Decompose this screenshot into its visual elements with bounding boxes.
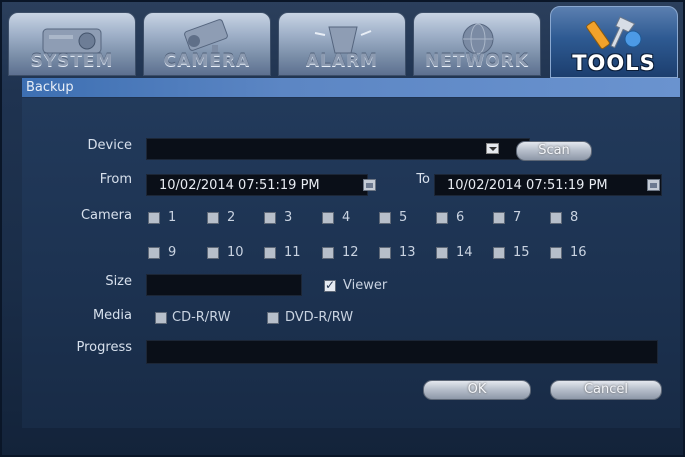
camera-8-checkbox[interactable] <box>550 212 562 224</box>
camera-5-checkbox[interactable] <box>379 212 391 224</box>
camera-16-checkbox[interactable] <box>550 247 562 259</box>
camera-10-checkbox[interactable] <box>207 247 219 259</box>
camera-label: Camera <box>80 208 132 223</box>
device-select[interactable] <box>146 138 530 160</box>
tab-label: NETWORK <box>425 51 529 71</box>
tab-camera[interactable]: CAMERA <box>143 12 271 76</box>
camera-4-label: 4 <box>342 210 351 225</box>
camera-11-checkbox[interactable] <box>264 247 276 259</box>
cd-rw-checkbox[interactable] <box>155 312 167 324</box>
backup-window: SYSTEM CAMERA ALARM NETWORK TOOLS Backup… <box>0 0 685 457</box>
cd-rw-label: CD-R/RW <box>172 310 231 325</box>
camera-14-checkbox[interactable] <box>436 247 448 259</box>
camera-15-checkbox[interactable] <box>493 247 505 259</box>
camera-2-checkbox[interactable] <box>207 212 219 224</box>
camera-13-checkbox[interactable] <box>379 247 391 259</box>
camera-15-label: 15 <box>513 245 530 260</box>
camera-3-label: 3 <box>284 210 293 225</box>
tab-system[interactable]: SYSTEM <box>8 12 136 76</box>
tab-label: ALARM <box>305 51 379 71</box>
camera-9-label: 9 <box>168 245 177 260</box>
camera-1-checkbox[interactable] <box>148 212 160 224</box>
tab-label: SYSTEM <box>30 51 114 71</box>
camera-12-checkbox[interactable] <box>322 247 334 259</box>
camera-2-label: 2 <box>227 210 236 225</box>
viewer-checkbox[interactable] <box>324 278 336 292</box>
from-label: From <box>99 172 132 187</box>
tab-tools[interactable]: TOOLS <box>550 6 678 78</box>
camera-11-label: 11 <box>284 245 301 260</box>
cancel-button[interactable]: Cancel <box>550 380 662 400</box>
camera-4-checkbox[interactable] <box>322 212 334 224</box>
chevron-down-icon[interactable] <box>486 143 499 154</box>
size-field <box>146 274 302 296</box>
tab-label: CAMERA <box>163 51 251 71</box>
camera-6-checkbox[interactable] <box>436 212 448 224</box>
media-label: Media <box>92 308 132 323</box>
camera-1-label: 1 <box>168 210 177 225</box>
dvd-rw-checkbox[interactable] <box>267 312 279 324</box>
camera-16-label: 16 <box>570 245 587 260</box>
size-label: Size <box>105 274 132 289</box>
camera-10-label: 10 <box>227 245 244 260</box>
camera-6-label: 6 <box>456 210 465 225</box>
camera-3-checkbox[interactable] <box>264 212 276 224</box>
tab-alarm[interactable]: ALARM <box>278 12 406 76</box>
section-title: Backup <box>22 78 680 97</box>
device-label: Device <box>87 138 132 153</box>
to-label: To <box>416 172 430 187</box>
tab-bar: SYSTEM CAMERA ALARM NETWORK TOOLS <box>8 4 680 78</box>
camera-5-label: 5 <box>399 210 408 225</box>
camera-13-label: 13 <box>399 245 416 260</box>
camera-12-label: 12 <box>342 245 359 260</box>
camera-8-label: 8 <box>570 210 579 225</box>
backup-panel: Device Scan From 10/02/2014 07:51:19 PM … <box>22 98 680 428</box>
dvd-rw-label: DVD-R/RW <box>285 310 354 325</box>
tab-network[interactable]: NETWORK <box>413 12 541 76</box>
progress-label: Progress <box>76 340 132 355</box>
tools-icon <box>586 16 642 50</box>
camera-7-label: 7 <box>513 210 522 225</box>
ok-button[interactable]: OK <box>423 380 531 400</box>
camera-9-checkbox[interactable] <box>148 247 160 259</box>
camera-7-checkbox[interactable] <box>493 212 505 224</box>
camera-14-label: 14 <box>456 245 473 260</box>
to-datetime-field[interactable]: 10/02/2014 07:51:19 PM <box>434 174 662 196</box>
viewer-label: Viewer <box>343 278 388 293</box>
progress-bar <box>146 340 658 364</box>
scan-button[interactable]: Scan <box>516 141 592 161</box>
calendar-icon[interactable] <box>647 179 660 191</box>
tab-label: TOOLS <box>572 51 656 75</box>
